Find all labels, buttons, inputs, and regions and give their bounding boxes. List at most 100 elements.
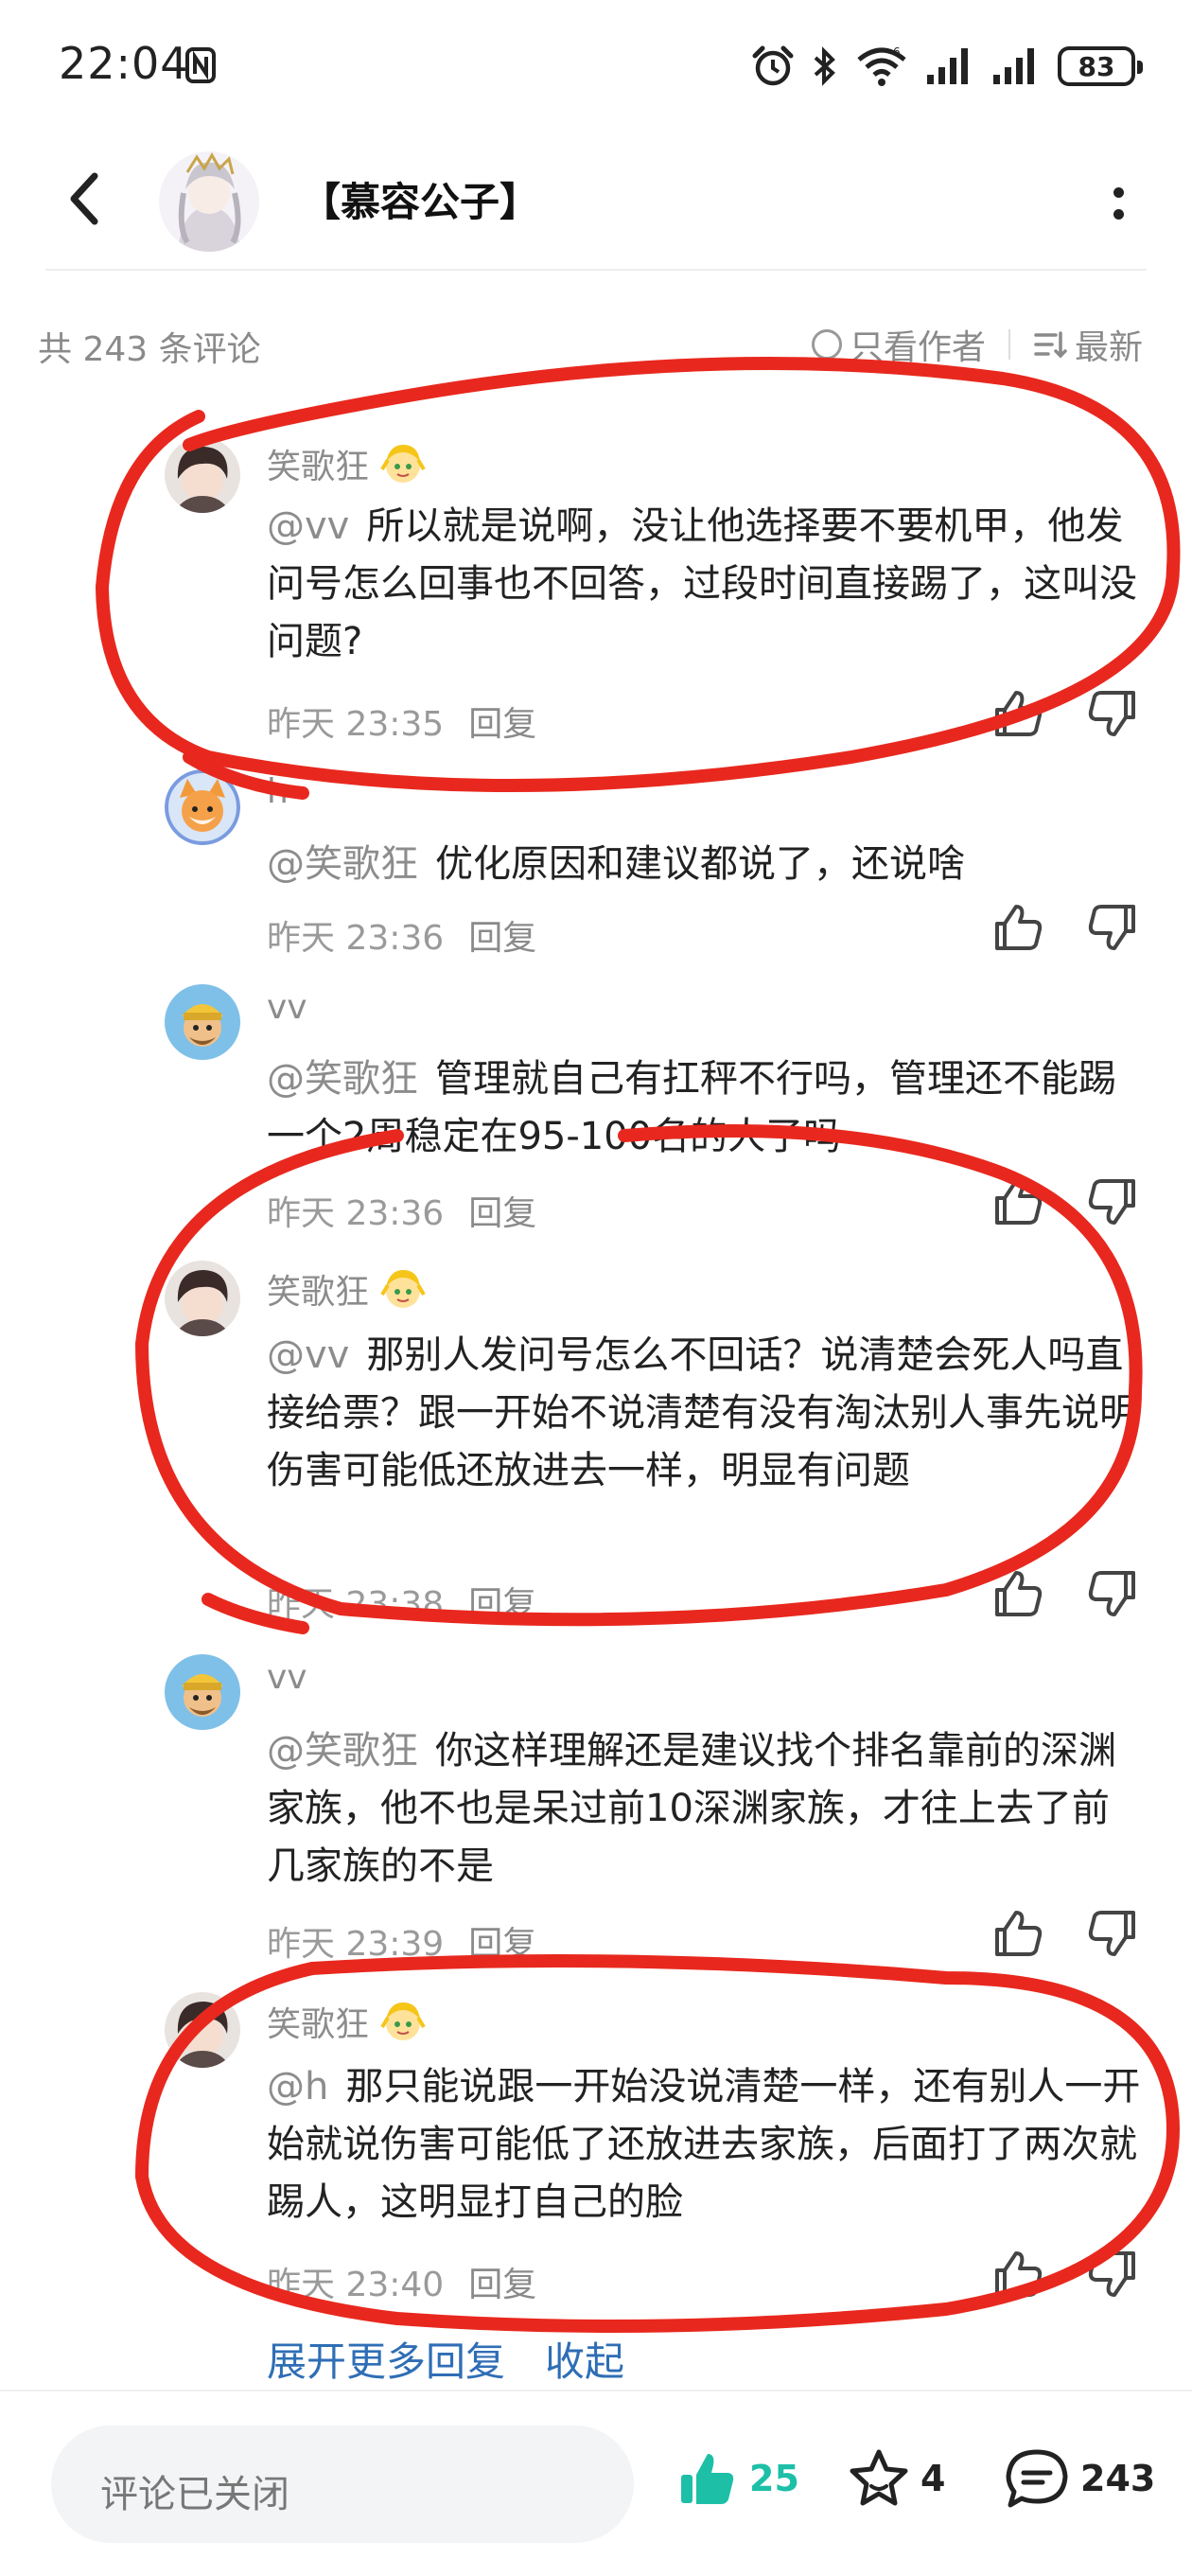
- battery-level: 83: [1078, 50, 1115, 82]
- thumbs-up-outline-icon: [995, 1571, 1043, 1616]
- reply-button[interactable]: 回复: [468, 910, 536, 960]
- sort-button[interactable]: 最新: [1033, 320, 1143, 369]
- favorite-button[interactable]: 4: [847, 2446, 945, 2511]
- reply-dislike-button[interactable]: [1086, 901, 1139, 954]
- bottom-action-bar: 评论已关闭 25 4 243: [0, 2390, 1192, 2576]
- more-button[interactable]: [1090, 170, 1147, 237]
- reply-timestamp: 昨天 23:38: [267, 1585, 445, 1624]
- divider: [45, 269, 1147, 271]
- reply-text[interactable]: @笑歌狂 优化原因和建议都说了，还说啥: [267, 836, 1147, 893]
- back-button[interactable]: [45, 161, 121, 237]
- reply-button[interactable]: 回复: [468, 1916, 536, 1966]
- thumbs-up-outline-icon: [995, 691, 1043, 736]
- reply-actions: [991, 2248, 1139, 2301]
- reply-button[interactable]: 回复: [468, 1186, 536, 1235]
- reply-username-row: 笑歌狂: [267, 1264, 426, 1314]
- reply-button[interactable]: 回复: [468, 1577, 536, 1626]
- nfc-icon: [185, 47, 216, 83]
- reply-text[interactable]: @h 那只能说跟一开始没说清楚一样，还有别人一开始就说伤害可能低了还放进去家族，后…: [267, 2058, 1147, 2232]
- reply-username[interactable]: 笑歌狂: [267, 1264, 369, 1314]
- reply-username[interactable]: 笑歌狂: [267, 439, 369, 488]
- reply-like-button[interactable]: [991, 1907, 1044, 1960]
- more-vertical-icon: [1113, 187, 1124, 198]
- comment-input-placeholder: 评论已关闭: [100, 2473, 289, 2516]
- reply-timestamp: 昨天 23:35: [267, 705, 445, 744]
- thumbs-down-outline-icon: [1088, 1911, 1135, 1956]
- reply-meta: 昨天 23:36 回复: [267, 1186, 536, 1235]
- reply-like-button[interactable]: [991, 687, 1044, 740]
- thumbs-up-outline-icon: [995, 1911, 1043, 1956]
- status-time: 22:04: [59, 38, 189, 89]
- reply-text[interactable]: @笑歌狂 管理就自己有扛秤不行吗，管理还不能踢一个2周稳定在95-100名的人了吗: [267, 1050, 1147, 1166]
- reply-username[interactable]: vv: [267, 1658, 307, 1697]
- only-author-label: 只看作者: [849, 328, 986, 367]
- reply-username[interactable]: 笑歌狂: [267, 1997, 369, 2046]
- reply-mention[interactable]: @vv: [267, 504, 349, 548]
- radio-icon: [811, 329, 842, 360]
- status-bar: 22:04 6 83: [0, 0, 1192, 132]
- reply-mention[interactable]: @笑歌狂: [267, 1729, 418, 1773]
- signal-icon: [927, 48, 968, 84]
- user-badge-icon: [380, 445, 426, 483]
- reply-dislike-button[interactable]: [1086, 687, 1139, 740]
- comment-count: 共 243 条评论: [38, 330, 261, 369]
- reply-meta: 昨天 23:39 回复: [267, 1916, 536, 1966]
- reply-timestamp: 昨天 23:36: [267, 1194, 445, 1233]
- reply-text[interactable]: @笑歌狂 你这样理解还是建议找个排名靠前的深渊家族，他不也是呆过前10深渊家族，才…: [267, 1722, 1147, 1896]
- reply-timestamp: 昨天 23:40: [267, 2266, 445, 2304]
- reply-actions: [991, 1907, 1139, 1960]
- collapse-link[interactable]: 收起: [545, 2330, 624, 2388]
- reply-expand-controls: 展开更多回复 收起: [267, 2330, 624, 2388]
- reply-timestamp: 昨天 23:36: [267, 919, 445, 958]
- thumbs-up-outline-icon: [995, 905, 1043, 950]
- star-icon: [850, 2449, 908, 2506]
- divider: [1008, 329, 1010, 360]
- reply-text[interactable]: @vv 所以就是说啊，没让他选择要不要机甲，他发问号怎么回事也不回答，过段时间直接…: [267, 498, 1147, 671]
- reply-dislike-button[interactable]: [1086, 2248, 1139, 2301]
- alarm-icon: [752, 45, 794, 86]
- reply-dislike-button[interactable]: [1086, 1907, 1139, 1960]
- reply-dislike-button[interactable]: [1086, 1175, 1139, 1228]
- reply-mention[interactable]: @笑歌狂: [267, 1057, 418, 1101]
- reply-like-button[interactable]: [991, 1175, 1044, 1228]
- reply-mention[interactable]: @vv: [267, 1333, 349, 1377]
- svg-text:6: 6: [893, 45, 901, 59]
- comment-bubble-icon: [1006, 2449, 1068, 2508]
- user-avatar[interactable]: [165, 984, 240, 1060]
- battery-icon: 83: [1058, 46, 1143, 86]
- wifi-icon: 6: [857, 45, 906, 86]
- user-avatar[interactable]: [165, 1261, 240, 1336]
- user-avatar[interactable]: [165, 437, 240, 513]
- reply-meta: 昨天 23:36 回复: [267, 910, 536, 960]
- reply-meta: 昨天 23:38 回复: [267, 1577, 536, 1626]
- comments-button[interactable]: 243: [1003, 2446, 1155, 2511]
- comment-count-bottom: 243: [1080, 2458, 1156, 2499]
- reply-dislike-button[interactable]: [1086, 1567, 1139, 1620]
- reply-like-button[interactable]: [991, 1567, 1044, 1620]
- comment-input-disabled[interactable]: 评论已关闭: [51, 2426, 634, 2543]
- reply-mention[interactable]: @笑歌狂: [267, 842, 418, 886]
- reply-actions: [991, 1175, 1139, 1228]
- favorite-count: 4: [920, 2458, 946, 2499]
- reply-username-row: vv: [267, 988, 307, 1027]
- user-avatar[interactable]: [165, 1992, 240, 2068]
- comments-toolbar: 共 243 条评论 只看作者 最新: [0, 312, 1192, 369]
- reply-button[interactable]: 回复: [468, 2257, 536, 2306]
- reply-body: 那别人发问号怎么不回话？说清楚会死人吗直接给票？跟一开始不说清楚有没有淘汰别人事…: [267, 1333, 1137, 1492]
- author-avatar[interactable]: [159, 151, 259, 252]
- reply-username-row: h: [267, 772, 289, 811]
- user-badge-icon: [380, 2003, 426, 2040]
- user-avatar[interactable]: [165, 769, 240, 845]
- reply-mention[interactable]: @h: [267, 2065, 328, 2108]
- only-author-toggle[interactable]: 只看作者: [811, 320, 986, 369]
- like-button[interactable]: 25: [675, 2446, 799, 2511]
- user-avatar[interactable]: [165, 1654, 240, 1730]
- reply-timestamp: 昨天 23:39: [267, 1925, 445, 1964]
- reply-text[interactable]: @vv 那别人发问号怎么不回话？说清楚会死人吗直接给票？跟一开始不说清楚有没有淘汰…: [267, 1327, 1147, 1500]
- reply-like-button[interactable]: [991, 901, 1044, 954]
- reply-like-button[interactable]: [991, 2248, 1044, 2301]
- reply-username[interactable]: vv: [267, 988, 307, 1027]
- expand-more-replies-link[interactable]: 展开更多回复: [267, 2330, 505, 2388]
- reply-button[interactable]: 回复: [468, 697, 536, 746]
- reply-username[interactable]: h: [267, 772, 289, 811]
